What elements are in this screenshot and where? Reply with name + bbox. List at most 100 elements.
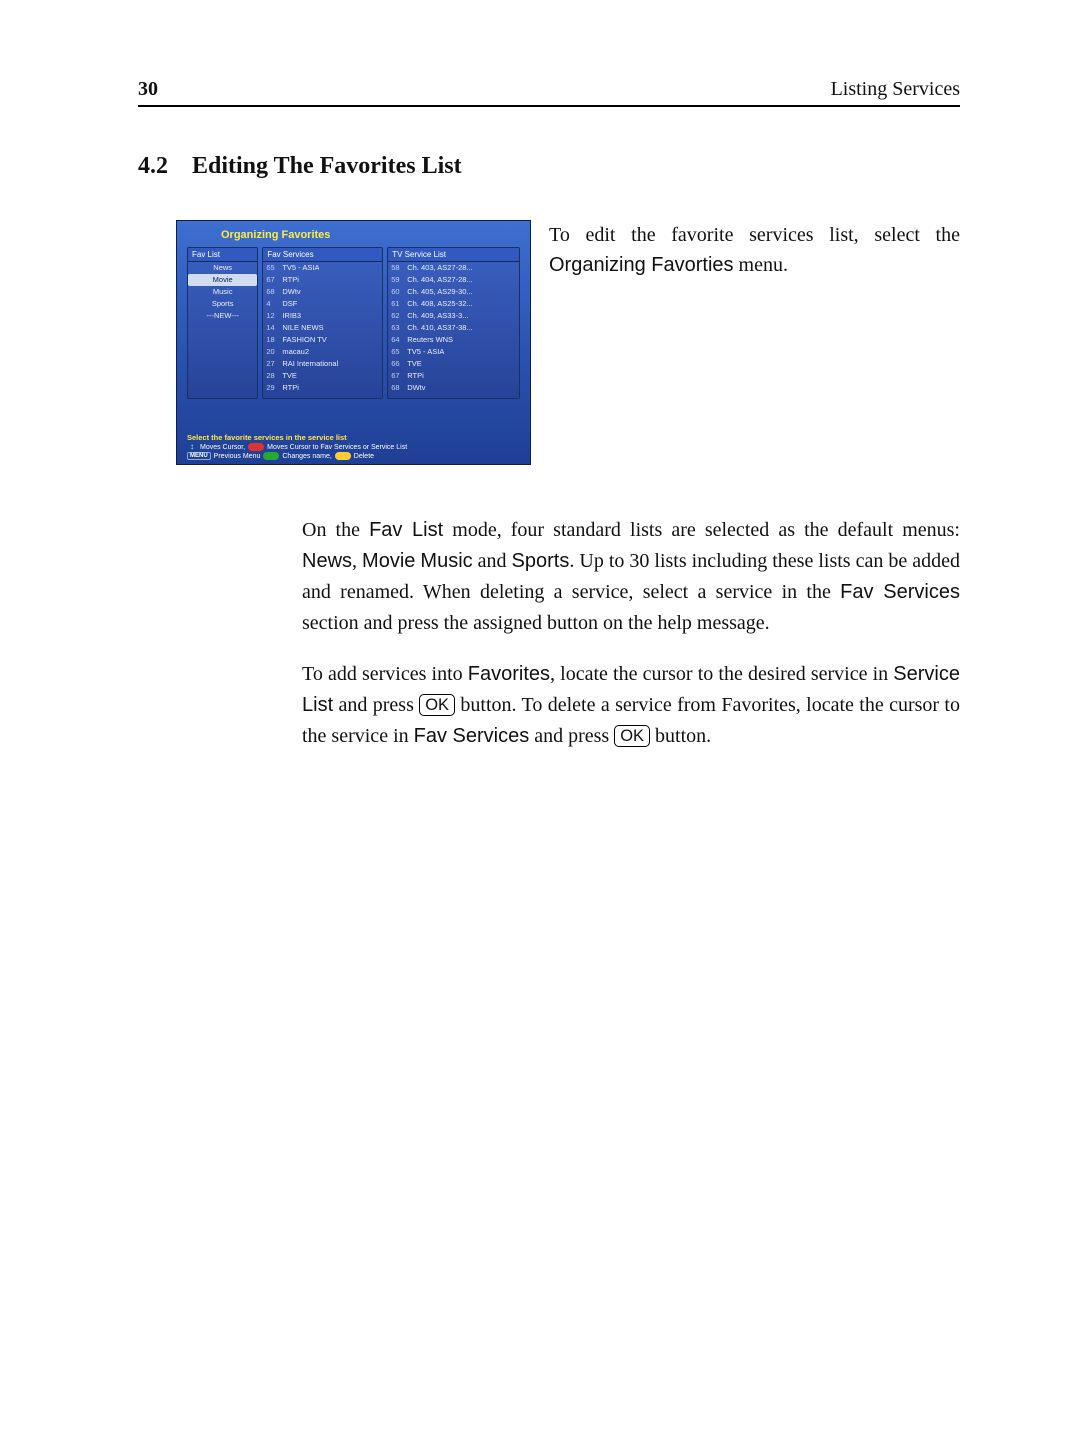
channel-number: 4: [266, 298, 282, 310]
p1-text: section and press the assigned button on…: [302, 612, 770, 634]
p2-text: To add services into: [302, 663, 468, 685]
fav-list-item[interactable]: Movie: [188, 274, 257, 286]
panel-fav-services: Fav Services 65TV5 - ASIA67RTPi68DWtv4DS…: [262, 247, 383, 399]
fav-list-item-label: ---NEW---: [191, 310, 254, 322]
channel-name: Ch. 409, AS33-3...: [407, 310, 468, 322]
service-list-row[interactable]: 66TVE: [388, 358, 519, 370]
fav-services-row[interactable]: 4DSF: [263, 298, 382, 310]
p2-text: and press: [529, 725, 614, 747]
fav-list-item[interactable]: Sports: [188, 298, 257, 310]
channel-name: Ch. 408, AS25-32...: [407, 298, 472, 310]
channel-number: 58: [391, 262, 407, 274]
term-movie: Movie: [362, 550, 415, 572]
fav-list-item-label: News: [191, 262, 254, 274]
service-list-row[interactable]: 64Reuters WNS: [388, 334, 519, 346]
channel-number: 62: [391, 310, 407, 322]
term-favorites: Favorites: [468, 663, 550, 685]
service-list-row[interactable]: 68DWtv: [388, 382, 519, 394]
channel-name: RTPi: [407, 370, 424, 382]
panel-header-fav-list: Fav List: [188, 248, 257, 262]
channel-name: Ch. 403, AS27-28...: [407, 262, 472, 274]
p1-text: ,: [352, 550, 362, 572]
p2-text: , locate the cursor to the desired servi…: [550, 663, 893, 685]
intro-text: To edit the favorite services list, sele…: [549, 220, 960, 280]
fav-services-row[interactable]: 14NILE NEWS: [263, 322, 382, 334]
channel-name: macau2: [282, 346, 309, 358]
service-list-row[interactable]: 60Ch. 405, AS29-30...: [388, 286, 519, 298]
help-changes-name: Changes name,: [282, 453, 331, 460]
help-line-1: Select the favorite services in the serv…: [187, 433, 520, 442]
fav-list-item[interactable]: Music: [188, 286, 257, 298]
service-list-row[interactable]: 65TV5 - ASIA: [388, 346, 519, 358]
p2-text: button.: [650, 725, 711, 747]
fav-list-item-label: Movie: [191, 274, 254, 286]
channel-name: TV5 - ASIA: [282, 262, 319, 274]
paragraph-2: To add services into Favorites, locate t…: [302, 659, 960, 752]
channel-name: NILE NEWS: [282, 322, 323, 334]
menu-name-organizing-favorties: Organizing Favorties: [549, 254, 734, 276]
panel-header-fav-services: Fav Services: [263, 248, 382, 262]
header-rule: [138, 105, 960, 107]
channel-number: 67: [391, 370, 407, 382]
service-list-row[interactable]: 61Ch. 408, AS25-32...: [388, 298, 519, 310]
ok-keycap-icon: OK: [614, 725, 650, 747]
channel-number: 65: [391, 346, 407, 358]
help-delete: Delete: [354, 453, 374, 460]
term-fav-list: Fav List: [369, 519, 443, 541]
fav-services-row[interactable]: 28TVE: [263, 370, 382, 382]
section-number: 4.2: [138, 153, 168, 179]
channel-name: Reuters WNS: [407, 334, 453, 346]
help-line-2: ↕ Moves Cursor, Moves Cursor to Fav Serv…: [187, 442, 520, 452]
channel-number: 60: [391, 286, 407, 298]
channel-name: TVE: [407, 358, 422, 370]
service-list-row[interactable]: 58Ch. 403, AS27-28...: [388, 262, 519, 274]
screenshot-help: Select the favorite services in the serv…: [183, 433, 524, 460]
channel-number: 18: [266, 334, 282, 346]
paragraph-1: On the Fav List mode, four standard list…: [302, 515, 960, 639]
intro-line-2: menu.: [739, 254, 788, 276]
service-list-row[interactable]: 62Ch. 409, AS33-3...: [388, 310, 519, 322]
fav-list-item[interactable]: News: [188, 262, 257, 274]
body-text: On the Fav List mode, four standard list…: [302, 515, 960, 752]
screenshot-panels: Fav List NewsMovieMusicSports---NEW--- F…: [183, 247, 524, 399]
channel-number: 12: [266, 310, 282, 322]
section-heading: 4.2 Editing The Favorites List: [138, 153, 960, 180]
fav-services-row[interactable]: 68DWtv: [263, 286, 382, 298]
help-moves-cursor: Moves Cursor,: [200, 444, 245, 451]
help-previous-menu: Previous Menu: [214, 453, 261, 460]
p1-text: and: [473, 550, 512, 572]
channel-name: TVE: [282, 370, 297, 382]
service-list-row[interactable]: 59Ch. 404, AS27-28...: [388, 274, 519, 286]
fav-services-row[interactable]: 27RAI International: [263, 358, 382, 370]
panel-service-list: TV Service List 58Ch. 403, AS27-28...59C…: [387, 247, 520, 399]
channel-name: FASHION TV: [282, 334, 326, 346]
fav-services-row[interactable]: 20macau2: [263, 346, 382, 358]
channel-number: 28: [266, 370, 282, 382]
term-fav-services: Fav Services: [840, 581, 960, 603]
term-fav-services-2: Fav Services: [414, 725, 530, 747]
fav-list-item-label: Music: [191, 286, 254, 298]
screenshot-title: Organizing Favorites: [221, 229, 524, 241]
fav-services-row[interactable]: 29RTPi: [263, 382, 382, 394]
fav-services-row[interactable]: 65TV5 - ASIA: [263, 262, 382, 274]
channel-name: DWtv: [282, 286, 300, 298]
help-line-3: MENU Previous Menu Changes name, Delete: [187, 452, 520, 460]
service-list-row[interactable]: 67RTPi: [388, 370, 519, 382]
term-news: News: [302, 550, 352, 572]
help-moves-cursor-to: Moves Cursor to Fav Services or Service …: [267, 444, 407, 451]
channel-number: 20: [266, 346, 282, 358]
fav-services-row[interactable]: 18FASHION TV: [263, 334, 382, 346]
channel-number: 61: [391, 298, 407, 310]
fav-list-item[interactable]: ---NEW---: [188, 310, 257, 322]
page-number: 30: [138, 78, 158, 101]
screenshot-organizing-favorites: Organizing Favorites Fav List NewsMovieM…: [176, 220, 531, 465]
fav-services-row[interactable]: 12IRIB3: [263, 310, 382, 322]
menu-button-icon: MENU: [187, 452, 211, 460]
p1-text: On the: [302, 519, 369, 541]
channel-name: Ch. 405, AS29-30...: [407, 286, 472, 298]
channel-number: 68: [391, 382, 407, 394]
service-list-row[interactable]: 63Ch. 410, AS37-38...: [388, 322, 519, 334]
fav-services-row[interactable]: 67RTPi: [263, 274, 382, 286]
channel-number: 64: [391, 334, 407, 346]
term-sports: Sports: [512, 550, 570, 572]
